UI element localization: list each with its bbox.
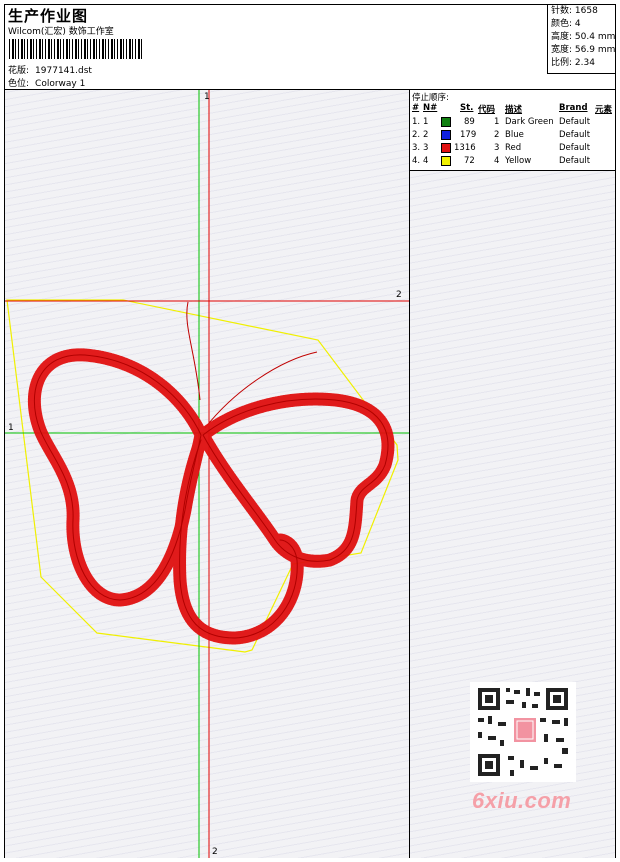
colorway-value: Colorway 1 <box>35 79 86 89</box>
stat-height: 高度: 50.4 mm <box>551 32 616 42</box>
table-row: 1. 1 89 1 Dark Green Default <box>412 117 591 127</box>
col-desc: 描述 <box>505 105 523 115</box>
guide-label-left: 1 <box>8 423 14 433</box>
design-canvas: 1 2 1 2 <box>5 90 410 858</box>
stat-stitches: 针数: 1658 <box>551 6 598 16</box>
col-elem: 元素 <box>595 105 613 115</box>
stat-width: 宽度: 56.9 mm <box>551 45 616 55</box>
swatch-blue <box>441 130 451 140</box>
colorway-label: 色位: <box>8 79 30 89</box>
page-title: 生产作业图 <box>8 7 89 25</box>
design-value: 1977141.dst <box>35 66 92 76</box>
stop-sequence-table: 停止顺序: # N# St. 代码 描述 Brand 元素 1. 1 89 1 … <box>410 90 615 171</box>
studio-name: Wilcom(汇宏) 数饰工作室 <box>8 27 114 37</box>
table-row: 4. 4 72 4 Yellow Default <box>412 156 591 166</box>
swatch-yellow <box>441 156 451 166</box>
qr-code-icon <box>470 682 576 782</box>
antenna-left <box>186 301 201 401</box>
stat-colors: 颜色: 4 <box>551 19 581 29</box>
guide-label-right: 2 <box>396 290 402 300</box>
col-code: 代码 <box>478 105 496 115</box>
colorway-line: 色位: Colorway 1 <box>8 76 85 89</box>
stop-sequence-title: 停止顺序: <box>412 93 449 103</box>
swatch-dark-green <box>441 117 451 127</box>
stats-box: 针数: 1658 颜色: 4 高度: 50.4 mm 宽度: 56.9 mm 比… <box>547 5 616 74</box>
col-st: St. <box>460 103 474 113</box>
embroidery-drawing <box>5 90 409 858</box>
guide-label-top: 1 <box>204 92 210 102</box>
guide-label-bottom: 2 <box>212 847 218 857</box>
design-file-line: 花版: 1977141.dst <box>8 63 92 76</box>
col-n: N# <box>423 103 438 113</box>
stat-scale: 比例: 2.34 <box>551 58 595 68</box>
col-brand: Brand <box>559 103 588 113</box>
watermark: 6xiu.com <box>472 788 572 813</box>
wing-upper-right <box>196 392 395 568</box>
swatch-red <box>441 143 451 153</box>
design-label: 花版: <box>8 66 30 76</box>
table-row: 3. 3 1316 3 Red Default <box>412 143 591 153</box>
table-row: 2. 2 179 2 Blue Default <box>412 130 591 140</box>
header: 生产作业图 Wilcom(汇宏) 数饰工作室 花版: 1977141.dst 色位… <box>5 5 616 90</box>
col-num: # <box>412 103 420 113</box>
barcode <box>9 39 142 59</box>
